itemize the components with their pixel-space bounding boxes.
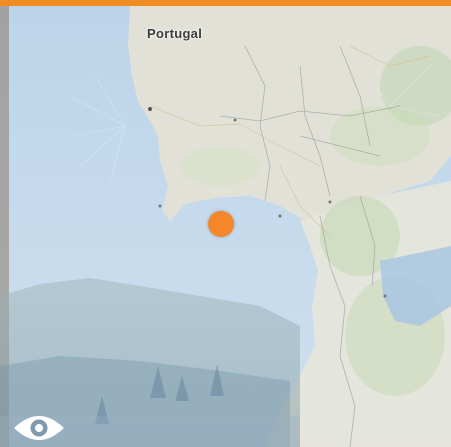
map-screen: Portugal	[0, 0, 451, 447]
accent-top-bar	[0, 0, 451, 6]
country-label-portugal: Portugal	[147, 26, 203, 41]
visibility-toggle-button[interactable]	[12, 410, 66, 446]
eye-icon	[14, 416, 64, 440]
location-marker[interactable]	[208, 211, 234, 237]
